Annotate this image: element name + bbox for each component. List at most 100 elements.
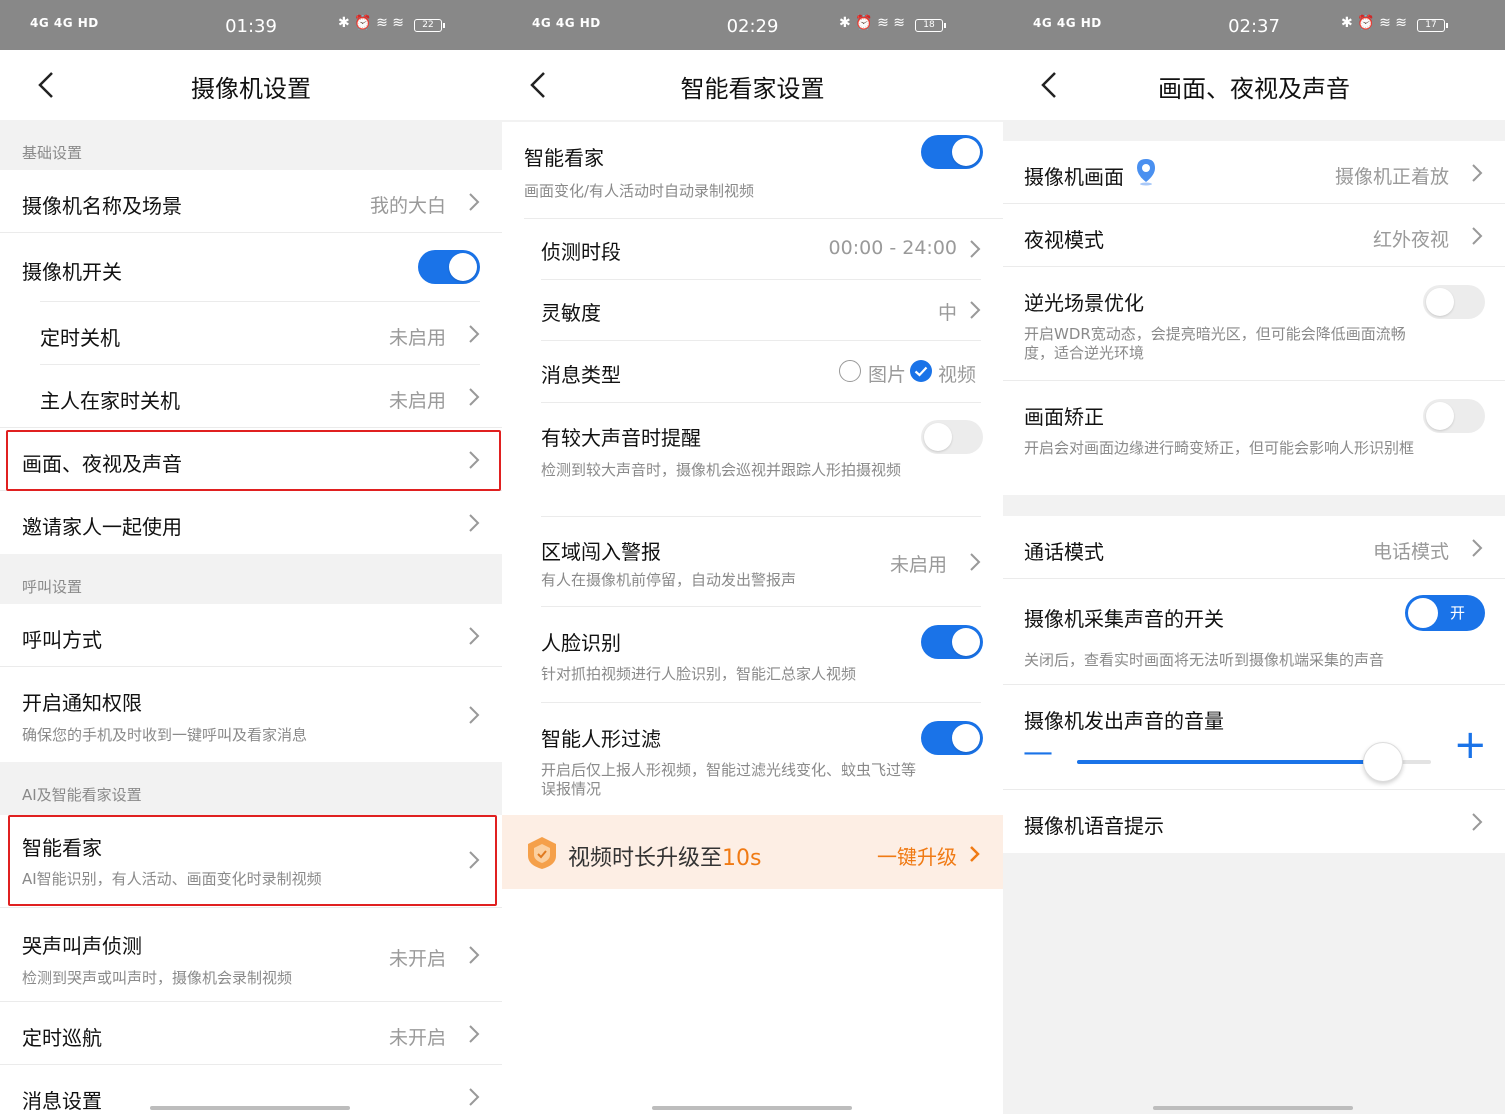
row-value: 未启用 — [889, 554, 947, 576]
volume-slider-handle[interactable] — [1363, 742, 1403, 782]
home-indicator — [150, 1106, 350, 1110]
row-label: 摄像机采集声音的开关 — [1024, 607, 1224, 631]
chevron-right-icon — [469, 514, 480, 532]
radio-video-checked-icon[interactable] — [909, 359, 933, 383]
row-label: 摄像机发出声音的音量 — [1024, 709, 1224, 733]
row-camera-switch: 摄像机开关 — [0, 233, 502, 302]
row-timed-off[interactable]: 定时关机 未启用 — [0, 302, 502, 365]
row-label: 呼叫方式 — [22, 628, 102, 652]
shield-badge-icon — [528, 837, 556, 869]
promo-action[interactable]: 一键升级 — [877, 841, 957, 870]
row-call-mode[interactable]: 呼叫方式 — [0, 604, 502, 667]
location-pin-icon — [1137, 159, 1155, 186]
chevron-right-icon — [469, 946, 480, 964]
promo-text: 视频时长升级至10s — [568, 846, 762, 871]
row-label: 消息类型 — [541, 363, 621, 387]
row-night-mode[interactable]: 夜视模式 红外夜视 — [1003, 204, 1505, 267]
row-desc: 开启WDR宽动态，会提亮暗光区，但可能会降低画面流畅度，适合逆光环境 — [1024, 325, 1406, 362]
nav-bar: 智能看家设置 — [502, 50, 1003, 120]
backlight-toggle[interactable] — [1423, 285, 1485, 319]
loud-sound-toggle[interactable] — [921, 420, 983, 454]
row-value: 摄像机正着放 — [1334, 166, 1449, 188]
row-cry-detect[interactable]: 哭声叫声侦测 检测到哭声或叫声时，摄像机会录制视频 未开启 — [0, 908, 502, 1002]
status-icons: ✱ ⏰ ≋ ≋ — [839, 15, 905, 31]
row-patrol[interactable]: 定时巡航 未开启 — [0, 1002, 502, 1065]
row-desc: 画面变化/有人活动时自动录制视频 — [524, 182, 755, 200]
chevron-right-icon — [1472, 813, 1483, 831]
section-header-basic: 基础设置 — [0, 120, 502, 170]
battery-icon: 22 — [414, 19, 445, 32]
row-talk-mode[interactable]: 通话模式 电话模式 — [1003, 516, 1505, 579]
page-title: 摄像机设置 — [191, 75, 311, 103]
row-desc: 检测到哭声或叫声时，摄像机会录制视频 — [22, 969, 293, 987]
row-label: 主人在家时关机 — [40, 389, 180, 413]
row-label: 摄像机开关 — [22, 260, 122, 284]
row-label: 画面矫正 — [1024, 405, 1104, 429]
picture-night-sound-screen: 4G 4G HD 02:37 ✱ ⏰ ≋ ≋ 17 画面、夜视及声音 摄像机画面… — [1003, 0, 1505, 1114]
volume-slider-track[interactable] — [1077, 742, 1431, 782]
radio-image-label: 图片 — [868, 364, 907, 386]
row-sensitivity[interactable]: 灵敏度 中 — [502, 280, 1003, 341]
row-label: 消息设置 — [22, 1089, 102, 1113]
row-mic-switch: 摄像机采集声音的开关 关闭后，查看实时画面将无法听到摄像机端采集的声音 开 — [1003, 579, 1505, 685]
row-camera-picture[interactable]: 摄像机画面 摄像机正着放 — [1003, 141, 1505, 204]
smart-home-toggle[interactable] — [921, 135, 983, 169]
volume-plus-icon[interactable]: + — [1453, 723, 1487, 767]
row-label: 开启通知权限 — [22, 691, 142, 715]
radio-image[interactable] — [839, 360, 861, 382]
chevron-right-icon — [970, 846, 980, 862]
row-label: 定时巡航 — [22, 1026, 102, 1050]
chevron-right-icon — [1472, 539, 1483, 557]
row-smart-home-master: 智能看家 画面变化/有人活动时自动录制视频 — [502, 122, 1003, 219]
row-value: 电话模式 — [1372, 541, 1449, 563]
volume-minus-icon[interactable]: — — [1023, 735, 1053, 770]
row-invite-family[interactable]: 邀请家人一起使用 — [0, 491, 502, 554]
chevron-right-icon — [1472, 227, 1483, 245]
row-value: 未开启 — [388, 948, 446, 970]
row-zone-alarm[interactable]: 区域闯入警报 有人在摄像机前停留，自动发出警报声 未启用 — [502, 517, 1003, 607]
home-indicator — [1153, 1106, 1353, 1110]
row-label: 侦测时段 — [541, 240, 621, 264]
chevron-right-icon — [469, 193, 480, 211]
row-label: 区域闯入警报 — [541, 540, 661, 564]
row-value: 未启用 — [388, 390, 446, 412]
chevron-right-icon — [469, 1088, 480, 1106]
row-desc: 检测到较大声音时，摄像机会巡视并跟踪人形拍摄视频 — [541, 461, 902, 479]
row-voice-prompt[interactable]: 摄像机语音提示 — [1003, 790, 1505, 853]
face-recognition-toggle[interactable] — [921, 625, 983, 659]
row-value: 我的大白 — [369, 195, 446, 217]
chevron-right-icon — [469, 325, 480, 343]
promo-banner[interactable]: 视频时长升级至10s 一键升级 — [502, 815, 1003, 889]
human-filter-toggle[interactable] — [921, 721, 983, 755]
chevron-right-icon — [469, 388, 480, 406]
chevron-right-icon — [970, 301, 981, 319]
smart-home-settings-screen: 4G 4G HD 02:29 ✱ ⏰ ≋ ≋ 18 智能看家设置 智能看家 画面… — [502, 0, 1003, 1114]
correction-toggle[interactable] — [1423, 399, 1485, 433]
row-name-scene[interactable]: 摄像机名称及场景 我的大白 — [0, 170, 502, 233]
row-value: 红外夜视 — [1372, 229, 1449, 251]
camera-switch-toggle[interactable] — [418, 250, 480, 284]
highlight-box-smart-home — [8, 815, 497, 906]
row-label: 智能人形过滤 — [541, 727, 661, 751]
row-value: 未开启 — [388, 1027, 446, 1049]
row-human-filter: 智能人形过滤 开启后仅上报人形视频，智能过滤光线变化、蚊虫飞过等误报情况 — [502, 703, 1003, 818]
row-label: 摄像机名称及场景 — [22, 194, 182, 218]
highlight-box-picture — [6, 430, 501, 491]
row-label: 摄像机画面 — [1024, 165, 1124, 189]
row-notify-permission[interactable]: 开启通知权限 确保您的手机及时收到一键呼叫及看家消息 — [0, 667, 502, 762]
home-indicator — [652, 1106, 852, 1110]
volume-slider-fill — [1077, 760, 1365, 764]
row-label: 智能看家 — [524, 146, 604, 170]
chevron-right-icon — [970, 240, 981, 258]
mic-switch-toggle[interactable]: 开 — [1405, 595, 1485, 631]
status-bar: 4G 4G HD 02:37 ✱ ⏰ ≋ ≋ 17 — [1003, 0, 1505, 50]
row-home-off[interactable]: 主人在家时关机 未启用 — [0, 365, 502, 428]
row-value: 未启用 — [388, 327, 446, 349]
row-desc: 针对抓拍视频进行人脸识别，智能汇总家人视频 — [541, 665, 857, 683]
row-detect-period[interactable]: 侦测时段 00:00 - 24:00 — [502, 219, 1003, 280]
section-header-ai: AI及智能看家设置 — [0, 762, 502, 815]
row-volume: 摄像机发出声音的音量 — + — [1003, 685, 1505, 790]
row-face-recognition: 人脸识别 针对抓拍视频进行人脸识别，智能汇总家人视频 — [502, 607, 1003, 703]
row-label: 灵敏度 — [541, 301, 601, 325]
row-value: 00:00 - 24:00 — [828, 237, 957, 259]
